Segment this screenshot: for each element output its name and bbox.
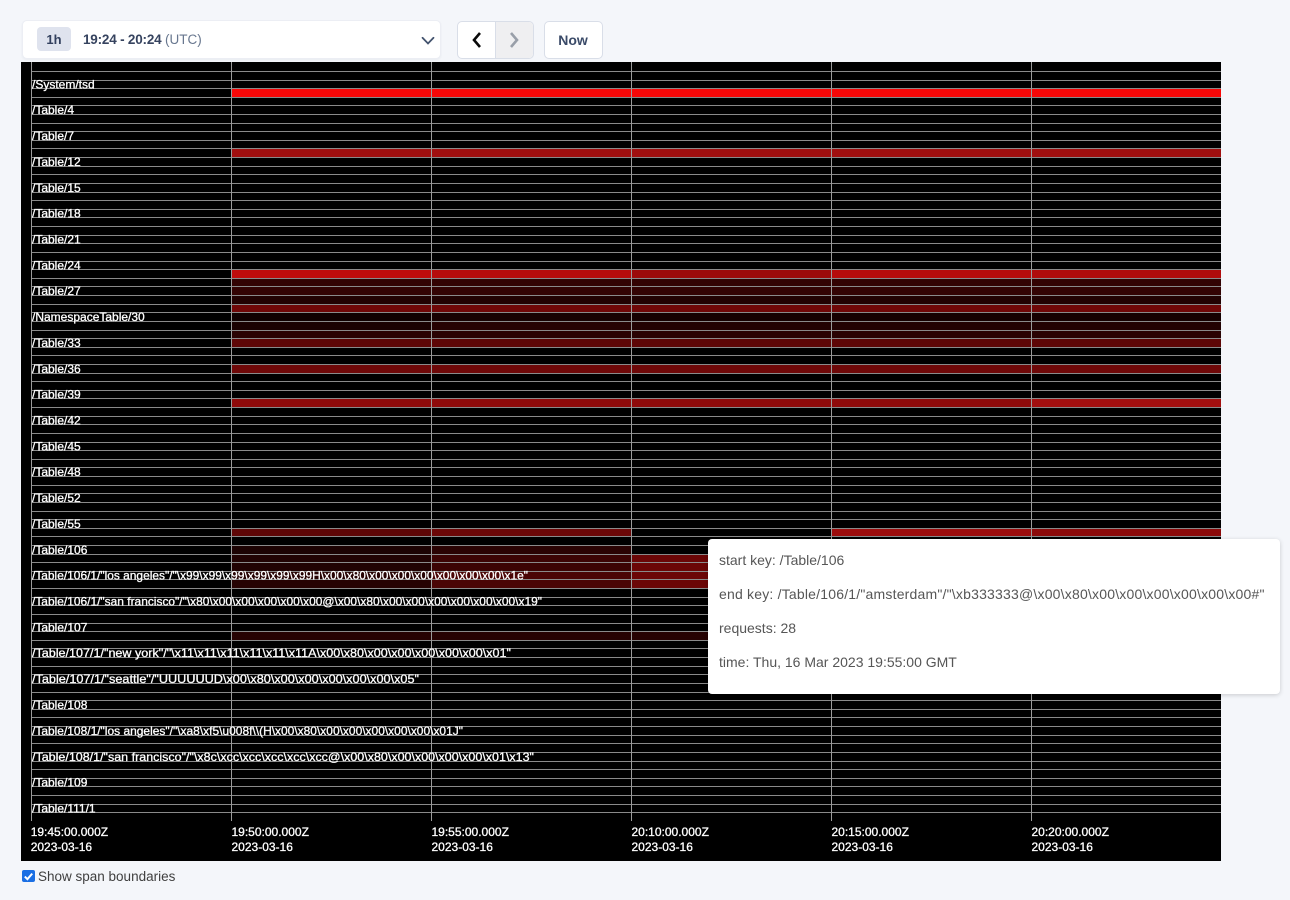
svg-text:2023-03-16: 2023-03-16 (832, 840, 894, 854)
svg-text:/Table/18: /Table/18 (32, 206, 81, 220)
svg-text:/System/tsd: /System/tsd (32, 77, 95, 91)
svg-text:20:20:00.000Z: 20:20:00.000Z (1032, 825, 1109, 839)
svg-text:/Table/12: /Table/12 (32, 154, 81, 168)
svg-text:/Table/108: /Table/108 (32, 697, 88, 711)
svg-text:19:50:00.000Z: 19:50:00.000Z (232, 825, 309, 839)
svg-text:/Table/55: /Table/55 (32, 516, 81, 530)
svg-text:/Table/108/1/"los angeles"/"\x: /Table/108/1/"los angeles"/"\xa8\xf5\u00… (32, 723, 463, 737)
svg-text:/Table/39: /Table/39 (32, 387, 81, 401)
svg-text:/Table/42: /Table/42 (32, 413, 81, 427)
svg-text:2023-03-16: 2023-03-16 (1032, 840, 1094, 854)
svg-text:/Table/15: /Table/15 (32, 180, 81, 194)
svg-text:/Table/7: /Table/7 (32, 128, 74, 142)
svg-text:2023-03-16: 2023-03-16 (432, 840, 494, 854)
svg-text:/Table/4: /Table/4 (32, 102, 74, 116)
svg-text:/Table/36: /Table/36 (32, 361, 81, 375)
svg-text:/Table/107/1/"seattle"/"UUUUUU: /Table/107/1/"seattle"/"UUUUUUD\x00\x80\… (32, 671, 419, 685)
svg-text:/Table/24: /Table/24 (32, 258, 81, 272)
svg-text:20:10:00.000Z: 20:10:00.000Z (632, 825, 709, 839)
svg-text:19:55:00.000Z: 19:55:00.000Z (432, 825, 509, 839)
svg-text:/Table/111/1: /Table/111/1 (32, 801, 96, 815)
svg-text:2023-03-16: 2023-03-16 (632, 840, 694, 854)
svg-text:/NamespaceTable/30: /NamespaceTable/30 (32, 309, 145, 323)
svg-text:19:45:00.000Z: 19:45:00.000Z (31, 825, 108, 839)
svg-text:/Table/107: /Table/107 (32, 620, 88, 634)
svg-text:2023-03-16: 2023-03-16 (232, 840, 294, 854)
svg-text:/Table/108/1/"san francisco"/": /Table/108/1/"san francisco"/"\x8c\xcc\x… (32, 749, 534, 763)
svg-text:/Table/109: /Table/109 (32, 775, 88, 789)
svg-text:/Table/27: /Table/27 (32, 283, 81, 297)
svg-text:2023-03-16: 2023-03-16 (31, 840, 93, 854)
svg-text:/Table/48: /Table/48 (32, 464, 81, 478)
svg-text:/Table/21: /Table/21 (32, 232, 81, 246)
svg-text:20:15:00.000Z: 20:15:00.000Z (832, 825, 909, 839)
svg-text:/Table/33: /Table/33 (32, 335, 81, 349)
svg-text:/Table/106: /Table/106 (32, 542, 88, 556)
svg-text:/Table/106/1/"san francisco"/": /Table/106/1/"san francisco"/"\x80\x00\x… (32, 594, 542, 608)
svg-text:/Table/107/1/"new york"/"\x11\: /Table/107/1/"new york"/"\x11\x11\x11\x1… (32, 645, 511, 659)
svg-text:/Table/52: /Table/52 (32, 490, 81, 504)
svg-text:/Table/106/1/"los angeles"/"\x: /Table/106/1/"los angeles"/"\x99\x99\x99… (32, 568, 528, 582)
svg-text:/Table/45: /Table/45 (32, 439, 81, 453)
